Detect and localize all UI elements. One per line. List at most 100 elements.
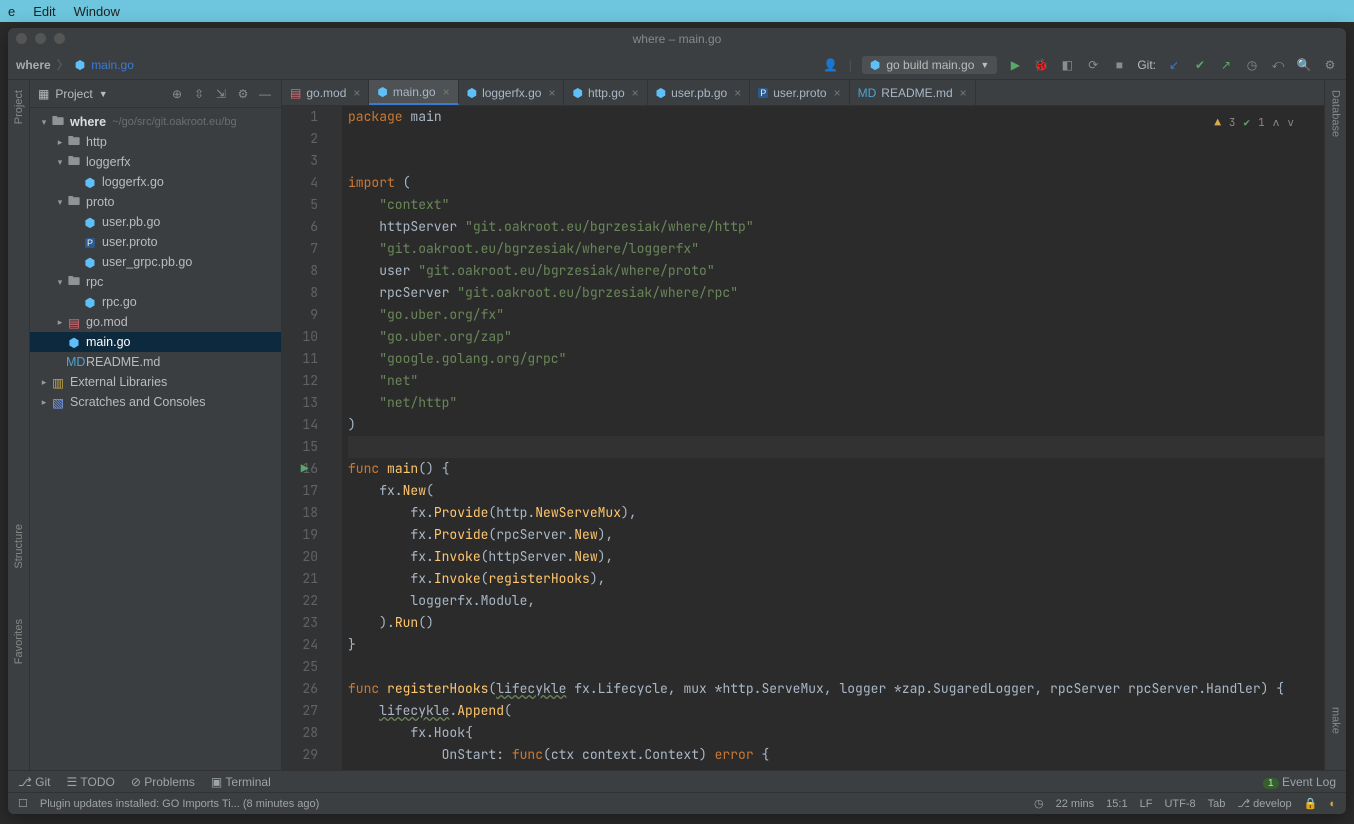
git-pull-icon[interactable]: ↙ <box>1166 57 1182 73</box>
close-icon[interactable]: × <box>834 86 841 100</box>
ide-window: where – main.go where 〉 ⬢ main.go 👤 | ⬢ … <box>8 28 1346 814</box>
inspection-widget[interactable]: ▲3 ✔1 ʌ v <box>1214 112 1294 134</box>
tree-item[interactable]: ▸🖿http <box>30 132 281 152</box>
search-icon[interactable]: 🔍 <box>1296 57 1312 73</box>
terminal-tool-tab[interactable]: ▣ Terminal <box>211 775 271 789</box>
run-button[interactable]: ▶ <box>1007 57 1023 73</box>
database-tool-tab[interactable]: Database <box>1330 90 1342 137</box>
status-time: 22 mins <box>1056 798 1095 810</box>
editor-tabs[interactable]: ▤go.mod×⬢main.go×⬢loggerfx.go×⬢http.go×⬢… <box>282 80 1324 106</box>
close-icon[interactable]: × <box>548 86 555 100</box>
close-icon[interactable]: × <box>353 86 360 100</box>
breadcrumb[interactable]: where 〉 ⬢ main.go <box>16 56 134 73</box>
tree-item[interactable]: Puser.proto <box>30 232 281 252</box>
git-commit-icon[interactable]: ✔ <box>1192 57 1208 73</box>
locate-icon[interactable]: ⊕ <box>169 86 185 102</box>
breadcrumb-file[interactable]: main.go <box>91 58 134 72</box>
editor-tab[interactable]: ⬢loggerfx.go× <box>459 80 565 105</box>
status-message: Plugin updates installed: GO Imports Ti.… <box>40 798 319 810</box>
tree-item[interactable]: ⬢rpc.go <box>30 292 281 312</box>
event-log-tab[interactable]: 1 Event Log <box>1263 775 1336 789</box>
project-panel: ▦ Project ▼ ⊕ ⇳ ⇲ ⚙ — ▾🖿where~/go/src/gi… <box>30 80 282 770</box>
revert-icon[interactable]: ⤺ <box>1270 57 1286 73</box>
mac-menubar: e Edit Window <box>0 0 1354 22</box>
close-icon[interactable]: × <box>632 86 639 100</box>
go-file-icon: ⬢ <box>870 58 880 72</box>
tree-item[interactable]: ▾🖿where~/go/src/git.oakroot.eu/bg <box>30 112 281 132</box>
close-icon[interactable] <box>16 33 27 44</box>
menu-item[interactable]: Edit <box>33 4 55 19</box>
close-icon[interactable]: × <box>960 86 967 100</box>
go-file-icon: ⬢ <box>75 58 85 72</box>
git-tool-tab[interactable]: ⎇ Git <box>18 775 51 789</box>
collapse-all-icon[interactable]: ⇲ <box>213 86 229 102</box>
chevron-down-icon[interactable]: ▼ <box>99 89 108 99</box>
zoom-icon[interactable] <box>54 33 65 44</box>
settings-icon[interactable]: ⚙ <box>1322 57 1338 73</box>
status-line-separator[interactable]: LF <box>1140 798 1153 810</box>
todo-tool-tab[interactable]: ☰ TODO <box>67 775 115 789</box>
gear-icon[interactable]: ⚙ <box>235 86 251 102</box>
problems-tool-tab[interactable]: ⊘ Problems <box>131 775 195 789</box>
window-controls[interactable] <box>16 33 65 44</box>
expand-all-icon[interactable]: ⇳ <box>191 86 207 102</box>
fold-column[interactable] <box>330 106 342 770</box>
tree-item[interactable]: ⬢main.go <box>30 332 281 352</box>
make-tool-tab[interactable]: make <box>1330 707 1342 734</box>
tree-item[interactable]: ▸▧Scratches and Consoles <box>30 392 281 412</box>
close-icon[interactable]: × <box>734 86 741 100</box>
code-content[interactable]: package main import ( "context" httpServ… <box>342 106 1324 770</box>
tree-item[interactable]: ▾🖿proto <box>30 192 281 212</box>
tree-item[interactable]: ⬢user_grpc.pb.go <box>30 252 281 272</box>
chevron-down-icon: ▼ <box>980 60 989 70</box>
user-icon[interactable]: 👤 <box>823 57 839 73</box>
project-tool-tab[interactable]: Project <box>13 90 25 124</box>
tree-item[interactable]: ▸▥External Libraries <box>30 372 281 392</box>
chevron-right-icon: 〉 <box>57 56 69 73</box>
profile-button[interactable]: ⟳ <box>1085 57 1101 73</box>
breadcrumb-project[interactable]: where <box>16 58 51 72</box>
stop-button[interactable]: ■ <box>1111 57 1127 73</box>
memory-indicator-icon[interactable]: ◐ <box>1329 798 1336 810</box>
menu-item[interactable]: e <box>8 4 15 19</box>
close-icon[interactable]: × <box>443 85 450 99</box>
right-tool-strip: Database make <box>1324 80 1346 770</box>
coverage-button[interactable]: ◧ <box>1059 57 1075 73</box>
line-gutter[interactable]: 1234567889101112131415▶ 1617181920212223… <box>282 106 330 770</box>
project-panel-title[interactable]: Project <box>55 87 92 101</box>
menu-item[interactable]: Window <box>74 4 120 19</box>
tree-item[interactable]: ⬢user.pb.go <box>30 212 281 232</box>
status-encoding[interactable]: UTF-8 <box>1164 798 1195 810</box>
tree-item[interactable]: ▾🖿rpc <box>30 272 281 292</box>
status-caret-pos[interactable]: 15:1 <box>1106 798 1127 810</box>
project-view-icon: ▦ <box>38 87 49 101</box>
hide-panel-icon[interactable]: — <box>257 86 273 102</box>
editor-tab[interactable]: ▤go.mod× <box>282 80 369 105</box>
next-highlight-icon[interactable]: v <box>1287 112 1294 134</box>
code-editor[interactable]: ▲3 ✔1 ʌ v 1234567889101112131415▶ 161718… <box>282 106 1324 770</box>
editor-area: ▤go.mod×⬢main.go×⬢loggerfx.go×⬢http.go×⬢… <box>282 80 1324 770</box>
prev-highlight-icon[interactable]: ʌ <box>1273 112 1280 134</box>
editor-tab[interactable]: ⬢user.pb.go× <box>648 80 751 105</box>
run-configuration-select[interactable]: ⬢ go build main.go ▼ <box>862 56 997 74</box>
project-tree[interactable]: ▾🖿where~/go/src/git.oakroot.eu/bg▸🖿http▾… <box>30 108 281 770</box>
editor-tab[interactable]: ⬢main.go× <box>369 80 458 105</box>
run-config-label: go build main.go <box>886 58 974 72</box>
tree-item[interactable]: ▾🖿loggerfx <box>30 152 281 172</box>
ok-icon: ✔ <box>1244 112 1251 134</box>
editor-tab[interactable]: ⬢http.go× <box>564 80 647 105</box>
tree-item[interactable]: MDREADME.md <box>30 352 281 372</box>
structure-tool-tab[interactable]: Structure <box>13 524 25 569</box>
status-indent[interactable]: Tab <box>1208 798 1226 810</box>
minimize-icon[interactable] <box>35 33 46 44</box>
editor-tab[interactable]: Puser.proto× <box>750 80 849 105</box>
lock-icon[interactable]: 🔒 <box>1304 797 1318 810</box>
git-push-icon[interactable]: ↗ <box>1218 57 1234 73</box>
tree-item[interactable]: ▸▤go.mod <box>30 312 281 332</box>
favorites-tool-tab[interactable]: Favorites <box>13 619 25 664</box>
git-branch[interactable]: ⎇ develop <box>1237 797 1291 810</box>
history-icon[interactable]: ◷ <box>1244 57 1260 73</box>
tree-item[interactable]: ⬢loggerfx.go <box>30 172 281 192</box>
editor-tab[interactable]: MDREADME.md× <box>850 80 976 105</box>
debug-button[interactable]: 🐞 <box>1033 57 1049 73</box>
